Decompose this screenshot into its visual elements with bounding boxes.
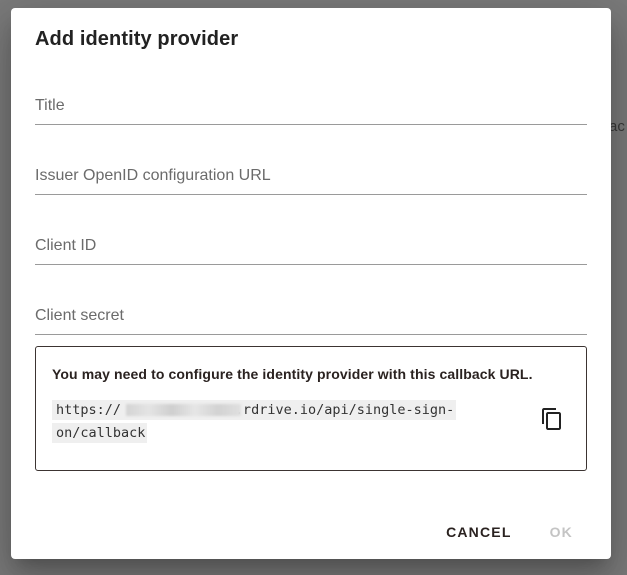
client-secret-underline [35, 334, 587, 335]
redacted-hostname [126, 404, 241, 416]
dialog-actions: CANCEL OK [432, 518, 587, 546]
issuer-url-input[interactable] [35, 158, 587, 194]
dialog-title: Add identity provider [35, 28, 239, 50]
issuer-url-underline [35, 194, 587, 195]
title-input[interactable] [35, 88, 587, 124]
callback-url-line-1: https:// .rdrive.io/api/single-sign- [52, 400, 457, 420]
callback-message: You may need to configure the identity p… [52, 366, 533, 382]
client-secret-input[interactable] [35, 298, 587, 334]
background-partial-text: ac [609, 118, 625, 135]
ok-button[interactable]: OK [536, 518, 587, 546]
callback-url-line-2: on/callback [52, 423, 148, 443]
callback-url[interactable]: https:// .rdrive.io/api/single-sign- on/… [52, 399, 482, 445]
client-id-underline [35, 264, 587, 265]
issuer-url-field [35, 158, 587, 198]
title-underline [35, 124, 587, 125]
copy-button[interactable] [536, 403, 568, 435]
callback-url-panel: You may need to configure the identity p… [35, 346, 587, 471]
content-copy-icon [542, 408, 561, 430]
client-id-input[interactable] [35, 228, 587, 264]
client-secret-field [35, 298, 587, 338]
title-field [35, 88, 587, 128]
add-identity-provider-dialog: Add identity provider You may need to co… [11, 8, 611, 559]
client-id-field [35, 228, 587, 268]
cancel-button[interactable]: CANCEL [432, 518, 526, 546]
